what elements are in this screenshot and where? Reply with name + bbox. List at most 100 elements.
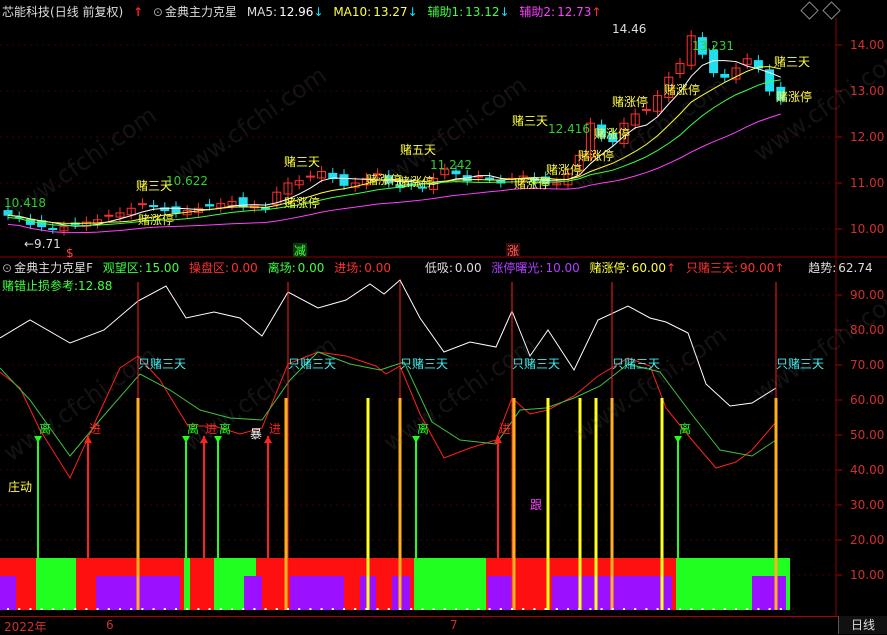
price-annotation: 11.242: [430, 158, 472, 172]
day-tick: [522, 608, 525, 610]
signal-label: 赌涨停: [546, 162, 582, 177]
day-tick: [74, 608, 77, 610]
exit-arrow-icon: [674, 436, 682, 443]
candle-body: [305, 175, 315, 178]
price-tick-label: 12.00: [850, 130, 884, 144]
day-tick: [320, 608, 323, 610]
day-tick: [275, 608, 278, 610]
signal-label: 赌涨停: [514, 176, 550, 191]
signal-label: 赌涨停: [578, 148, 614, 163]
day-tick: [376, 608, 379, 610]
purple-bar: [0, 576, 16, 610]
entry-arrow-icon: [200, 436, 208, 443]
purple-bar: [752, 576, 786, 610]
bet-bar: [546, 398, 550, 610]
bet-bar: [284, 398, 288, 610]
day-tick: [477, 608, 480, 610]
day-tick: [432, 608, 435, 610]
exit-label: 离: [679, 421, 691, 436]
day-tick: [175, 608, 177, 610]
day-tick: [163, 608, 166, 610]
purple-bar: [488, 576, 512, 610]
candlestick-chart[interactable]: 14.00 13.00 12.00 11.00 10.00 10.418 ←9.71 10.6…: [0, 0, 887, 258]
day-tick: [544, 608, 547, 610]
day-tick: [634, 608, 637, 610]
signal-label: 赌涨停: [664, 82, 700, 97]
day-tick: [533, 608, 536, 610]
time-axis: [0, 616, 887, 635]
day-tick: [29, 608, 32, 610]
price-annotation: 13.231: [692, 39, 734, 53]
year-label: 2022年: [4, 620, 47, 634]
value-tick-label: 30.00: [850, 498, 884, 512]
day-tick: [298, 608, 301, 610]
value-tick-label: 20.00: [850, 533, 884, 547]
bet-bar: [136, 398, 140, 610]
exit-arrow-icon: [412, 436, 420, 443]
exit-label: 离: [187, 421, 199, 436]
day-tick: [40, 608, 43, 610]
day-tick: [455, 608, 457, 610]
price-annotation: 10.622: [166, 174, 208, 188]
day-tick: [645, 608, 648, 610]
price-annotation: 10.418: [4, 196, 46, 210]
day-tick: [667, 608, 670, 610]
indicator-chart[interactable]: 90.00 80.00 70.00 60.00 50.00 40.00 30.00 20.00…: [0, 258, 887, 616]
day-tick: [623, 608, 625, 610]
day-tick: [768, 608, 771, 610]
only3-label: 只赌三天: [512, 357, 560, 371]
only3-label: 只赌三天: [776, 357, 824, 371]
bet-bar: [610, 398, 614, 610]
candle-body: [137, 203, 147, 206]
day-tick: [735, 608, 737, 610]
day-tick: [18, 608, 21, 610]
day-tick: [757, 608, 760, 610]
signal-label: 赌五天: [400, 143, 436, 157]
exit-label: 离: [219, 421, 231, 436]
day-tick: [466, 608, 469, 610]
day-tick: [264, 608, 267, 610]
exit-arrow-icon: [214, 436, 222, 443]
bet-bar: [398, 398, 402, 610]
day-tick: [208, 608, 211, 610]
signal-label: 赌涨停: [398, 174, 434, 189]
exit-arrow-icon: [182, 436, 190, 443]
price-tick-label: 13.00: [850, 84, 884, 98]
purple-bar: [244, 576, 262, 610]
price-tick-label: 14.00: [850, 38, 884, 52]
day-tick: [600, 608, 603, 610]
value-tick-label: 70.00: [850, 358, 884, 372]
day-tick: [723, 608, 726, 610]
day-tick: [242, 608, 245, 610]
day-tick: [141, 608, 144, 610]
candle-body: [48, 228, 58, 231]
candle-body: [641, 108, 651, 111]
day-tick: [253, 608, 256, 610]
burst-label: 暴: [250, 427, 262, 441]
day-tick: [7, 608, 9, 610]
day-tick: [365, 608, 368, 610]
day-tick: [287, 608, 289, 610]
signal-label: 赌涨停: [612, 94, 648, 109]
day-tick: [231, 608, 233, 610]
day-tick: [85, 608, 88, 610]
day-tick: [499, 608, 502, 610]
signal-label: 赌涨停: [594, 126, 630, 141]
day-tick: [331, 608, 334, 610]
signal-label: 赌涨停: [284, 195, 320, 210]
day-tick: [51, 608, 54, 610]
day-tick: [354, 608, 357, 610]
period-tab-daily[interactable]: 日线: [838, 616, 887, 634]
bet-bar: [578, 398, 582, 610]
band-segment: [184, 558, 190, 610]
signal-label: 赌涨停: [138, 212, 174, 227]
signal-label: 赌三天: [284, 155, 320, 169]
day-tick: [679, 608, 681, 610]
candle-body: [3, 210, 13, 216]
dealer-move-label: 庄动: [8, 479, 32, 494]
entry-label: 进: [269, 422, 281, 436]
day-tick: [567, 608, 569, 610]
day-tick: [410, 608, 413, 610]
day-tick: [387, 608, 390, 610]
only3-label: 只赌三天: [138, 357, 186, 371]
